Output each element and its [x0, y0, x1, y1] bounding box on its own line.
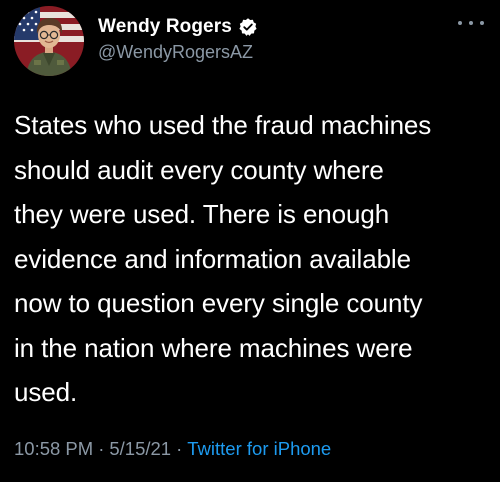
tweet-card: Wendy Rogers @WendyRogersAZ States who u… — [0, 0, 500, 482]
more-options-icon[interactable] — [458, 16, 484, 30]
more-dot — [469, 21, 473, 25]
meta-separator: · — [98, 438, 105, 459]
tweet-time[interactable]: 10:58 PM — [14, 438, 93, 459]
verified-badge-icon — [238, 17, 258, 37]
tweet-text: States who used the fraud machines shoul… — [14, 110, 432, 407]
display-name-row: Wendy Rogers — [98, 14, 258, 40]
tweet-header: Wendy Rogers @WendyRogersAZ — [14, 4, 486, 76]
tweet-date[interactable]: 5/15/21 — [109, 438, 171, 459]
meta-separator: · — [176, 438, 183, 459]
display-name[interactable]: Wendy Rogers — [98, 16, 232, 38]
author-names: Wendy Rogers @WendyRogersAZ — [98, 14, 258, 63]
tweet-meta: 10:58 PM · 5/15/21 · Twitter for iPhone — [14, 438, 331, 460]
more-dot — [458, 21, 462, 25]
profile-avatar-icon[interactable] — [14, 6, 84, 76]
avatar-image — [14, 6, 84, 76]
more-dot — [480, 21, 484, 25]
user-handle[interactable]: @WendyRogersAZ — [98, 42, 258, 63]
tweet-source-link[interactable]: Twitter for iPhone — [187, 438, 331, 459]
